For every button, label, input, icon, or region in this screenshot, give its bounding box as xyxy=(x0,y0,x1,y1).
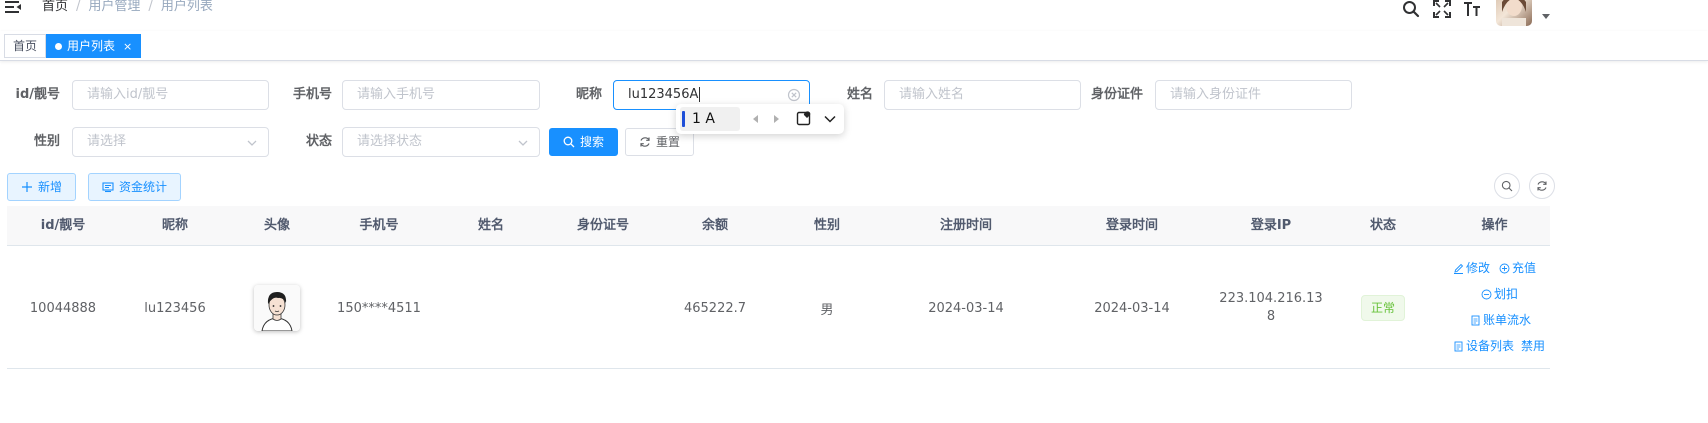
refresh-icon xyxy=(1537,181,1547,191)
table-row: 10044888 lu123456 150****4511 465222.7 男 xyxy=(7,247,1550,369)
recharge-link[interactable]: 充值 xyxy=(1499,260,1536,276)
th-avatar: 头像 xyxy=(263,218,290,233)
monitor-icon xyxy=(102,182,114,193)
th-actions: 操作 xyxy=(1481,218,1508,233)
avatar-dropdown-icon[interactable] xyxy=(1542,14,1550,19)
chevron-down-icon xyxy=(247,140,257,146)
label-nickname: 昵称 xyxy=(575,87,602,102)
top-navbar: 首页 / 用户管理 / 用户列表 xyxy=(0,0,1708,30)
cell-gender: 男 xyxy=(820,302,834,318)
font-size-icon[interactable] xyxy=(1463,0,1481,18)
th-id: id/靓号 xyxy=(40,218,86,233)
cell-actions: 修改 充值 划扣 账单流水 设备列表 禁用 xyxy=(1439,247,1550,369)
label-phone: 手机号 xyxy=(292,87,332,102)
avatar[interactable] xyxy=(254,285,300,331)
cell-login-ip: 223.104.216.13 8 xyxy=(1219,291,1323,324)
tag-home[interactable]: 首页 xyxy=(4,34,47,58)
ime-candidate[interactable]: 1 A xyxy=(680,107,740,131)
gender-select[interactable]: 请选择 xyxy=(72,127,269,157)
cell-phone: 150****4511 xyxy=(337,300,421,316)
breadcrumb-user-list: 用户列表 xyxy=(160,0,213,14)
refresh-button[interactable] xyxy=(1529,173,1555,199)
th-phone: 手机号 xyxy=(359,218,399,233)
cell-idcard xyxy=(547,247,659,369)
cell-nickname: lu123456 xyxy=(144,300,206,316)
th-login-time: 登录时间 xyxy=(1105,218,1158,233)
id-input[interactable]: 请输入id/靓号 xyxy=(72,80,269,110)
label-status: 状态 xyxy=(305,134,332,149)
tag-close-icon[interactable]: × xyxy=(123,40,132,53)
cell-avatar xyxy=(231,247,323,369)
user-avatar-top[interactable] xyxy=(1496,0,1532,26)
edit-icon xyxy=(1454,263,1464,274)
cell-login-time: 2024-03-14 xyxy=(1094,300,1170,316)
status-badge: 正常 xyxy=(1360,295,1405,321)
label-gender: 性别 xyxy=(33,134,60,149)
bill-link[interactable]: 账单流水 xyxy=(1470,312,1531,328)
disable-link[interactable]: 禁用 xyxy=(1521,338,1545,354)
cell-id: 10044888 xyxy=(29,300,97,316)
edit-link[interactable]: 修改 xyxy=(1453,260,1490,276)
cell-register-time: 2024-03-14 xyxy=(928,300,1004,316)
ime-prev-icon[interactable] xyxy=(750,113,760,125)
name-input[interactable]: 请输入姓名 xyxy=(884,80,1081,110)
th-login-ip: 登录IP xyxy=(1250,218,1292,233)
devices-link[interactable]: 设备列表 xyxy=(1453,338,1514,354)
breadcrumb-user-management[interactable]: 用户管理 xyxy=(88,0,140,16)
th-idcard: 身份证号 xyxy=(576,218,629,233)
breadcrumb-home[interactable]: 首页 xyxy=(42,0,68,16)
funds-stats-button[interactable]: 资金统计 xyxy=(88,173,182,201)
document-icon xyxy=(1454,341,1463,351)
cell-name xyxy=(435,247,547,369)
ime-candidate-popup: 1 A xyxy=(676,104,844,134)
ime-expand-icon[interactable] xyxy=(823,112,837,126)
minus-circle-icon xyxy=(1481,289,1492,299)
add-button[interactable]: 新增 xyxy=(7,173,77,201)
th-balance: 余额 xyxy=(701,218,728,233)
deduct-link[interactable]: 划扣 xyxy=(1481,286,1518,302)
search-icon xyxy=(563,136,575,148)
th-status: 状态 xyxy=(1369,218,1396,233)
hamburger-icon[interactable] xyxy=(5,0,21,16)
search-icon[interactable] xyxy=(1402,0,1420,18)
tags-view: 首页 用户列表 × xyxy=(0,31,1708,61)
cell-status: 正常 xyxy=(1327,247,1439,369)
table-header: id/靓号 昵称 头像 手机号 姓名 身份证号 余额 性别 注册时间 登录时间 … xyxy=(7,206,1550,246)
plus-circle-icon xyxy=(1499,263,1510,273)
ime-next-icon[interactable] xyxy=(772,113,782,125)
label-idcard: 身份证件 xyxy=(1090,87,1143,102)
clear-icon[interactable] xyxy=(787,88,801,102)
search-icon xyxy=(1501,180,1513,192)
th-nickname: 昵称 xyxy=(161,218,188,233)
toggle-search-button[interactable] xyxy=(1494,173,1520,199)
idcard-input[interactable]: 请输入身份证件 xyxy=(1155,80,1352,110)
plus-icon xyxy=(22,182,32,192)
breadcrumb: 首页 / 用户管理 / 用户列表 xyxy=(42,0,213,16)
cell-balance: 465222.7 xyxy=(683,300,747,316)
th-name: 姓名 xyxy=(477,218,504,233)
tag-user-list[interactable]: 用户列表 × xyxy=(46,34,142,58)
th-gender: 性别 xyxy=(813,218,840,233)
status-select[interactable]: 请选择状态 xyxy=(342,127,540,157)
phone-input[interactable]: 请输入手机号 xyxy=(342,80,540,110)
th-register-time: 注册时间 xyxy=(939,218,992,233)
ime-sticker-icon[interactable] xyxy=(796,110,812,126)
refresh-icon xyxy=(640,137,650,147)
search-button[interactable]: 搜索 xyxy=(549,128,619,156)
chevron-down-icon xyxy=(518,140,528,146)
document-icon xyxy=(1471,315,1480,325)
label-id: id/靓号 xyxy=(15,87,60,102)
fullscreen-icon[interactable] xyxy=(1433,0,1451,18)
